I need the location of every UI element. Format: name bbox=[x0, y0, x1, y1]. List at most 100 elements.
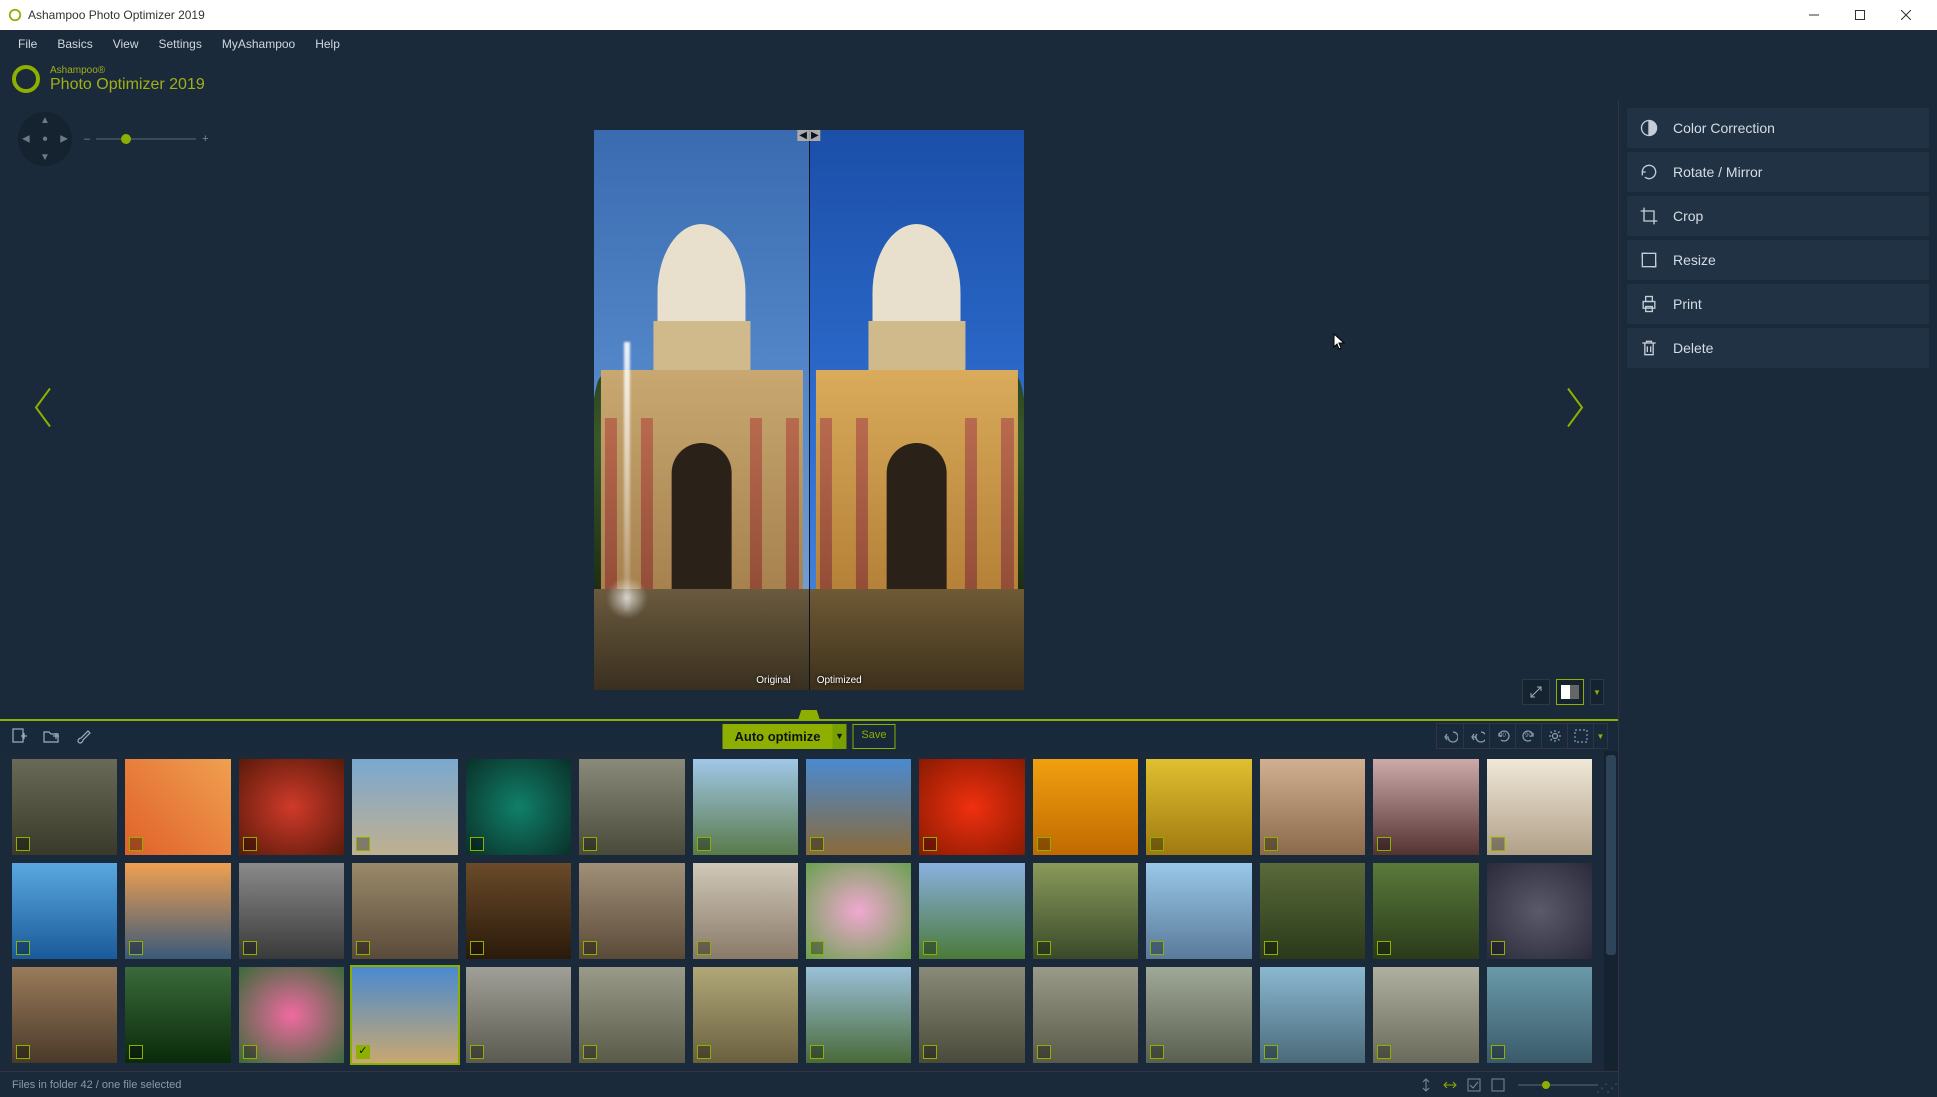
tool-crop[interactable]: Crop bbox=[1627, 196, 1929, 236]
zoom-slider[interactable]: – + bbox=[84, 133, 209, 145]
thumbnail[interactable] bbox=[693, 967, 798, 1063]
thumbnail-checkbox[interactable] bbox=[697, 837, 711, 851]
prev-image-button[interactable] bbox=[30, 384, 56, 435]
thumbnail-checkbox[interactable] bbox=[1377, 1045, 1391, 1059]
thumbnail[interactable] bbox=[579, 863, 684, 959]
tool-rotate-mirror[interactable]: Rotate / Mirror bbox=[1627, 152, 1929, 192]
thumbnail-checkbox[interactable] bbox=[470, 941, 484, 955]
pan-down-icon[interactable]: ▼ bbox=[40, 152, 50, 163]
thumbnail-checkbox[interactable] bbox=[129, 1045, 143, 1059]
zoom-track[interactable] bbox=[96, 138, 196, 140]
menu-view[interactable]: View bbox=[105, 33, 147, 55]
thumbnail-scrollbar[interactable] bbox=[1604, 751, 1618, 1071]
sort-horizontal-button[interactable] bbox=[1440, 1075, 1460, 1095]
thumbnail-checkbox[interactable] bbox=[697, 941, 711, 955]
thumbnail[interactable] bbox=[1146, 863, 1251, 959]
thumbnail-checkbox[interactable] bbox=[810, 941, 824, 955]
thumbnail-checkbox[interactable] bbox=[1037, 941, 1051, 955]
thumbnail[interactable] bbox=[579, 967, 684, 1063]
tool-color-correction[interactable]: Color Correction bbox=[1627, 108, 1929, 148]
thumbnail-checkbox[interactable] bbox=[470, 837, 484, 851]
thumbnail[interactable] bbox=[466, 759, 571, 855]
auto-optimize-dropdown[interactable]: ▼ bbox=[832, 724, 846, 749]
thumbnail[interactable] bbox=[1260, 863, 1365, 959]
thumbnail[interactable] bbox=[466, 967, 571, 1063]
sort-vertical-button[interactable] bbox=[1416, 1075, 1436, 1095]
thumbnail[interactable] bbox=[579, 759, 684, 855]
deselect-all-button[interactable] bbox=[1488, 1075, 1508, 1095]
thumbnail-checkbox[interactable] bbox=[1150, 1045, 1164, 1059]
selection-button[interactable] bbox=[1567, 724, 1593, 748]
menu-myashampoo[interactable]: MyAshampoo bbox=[214, 33, 303, 55]
save-button[interactable]: Save bbox=[852, 724, 895, 749]
thumbnail-checkbox[interactable] bbox=[583, 1045, 597, 1059]
thumbnail-checkbox[interactable] bbox=[583, 941, 597, 955]
thumbnail-checkbox[interactable] bbox=[1377, 941, 1391, 955]
menu-file[interactable]: File bbox=[10, 33, 45, 55]
fullscreen-toggle-button[interactable] bbox=[1522, 679, 1550, 705]
thumbnail[interactable] bbox=[352, 759, 457, 855]
thumbnail-checkbox[interactable] bbox=[810, 837, 824, 851]
thumbnail[interactable] bbox=[125, 863, 230, 959]
thumbnail-checkbox[interactable] bbox=[1491, 837, 1505, 851]
settings-button[interactable] bbox=[1541, 724, 1567, 748]
thumbnail[interactable] bbox=[919, 967, 1024, 1063]
thumbnail-checkbox[interactable] bbox=[1150, 837, 1164, 851]
add-file-button[interactable] bbox=[10, 727, 28, 745]
menu-settings[interactable]: Settings bbox=[150, 33, 209, 55]
select-all-button[interactable] bbox=[1464, 1075, 1484, 1095]
thumbnail-size-slider[interactable] bbox=[1518, 1084, 1598, 1086]
compare-mode-dropdown[interactable]: ▼ bbox=[1590, 679, 1604, 705]
rotate-left-button[interactable]: 90 bbox=[1489, 724, 1515, 748]
thumbnail[interactable] bbox=[239, 863, 344, 959]
next-image-button[interactable] bbox=[1562, 384, 1588, 435]
thumbnail-checkbox[interactable] bbox=[1264, 1045, 1278, 1059]
thumbnail-checkbox[interactable] bbox=[810, 1045, 824, 1059]
thumbnail-checkbox[interactable] bbox=[583, 837, 597, 851]
compare-split-handle[interactable]: ◀▶ bbox=[797, 130, 820, 141]
brush-button[interactable] bbox=[74, 727, 92, 745]
pan-left-icon[interactable]: ◀ bbox=[22, 134, 30, 145]
thumbnail[interactable] bbox=[1487, 967, 1592, 1063]
thumbnail[interactable] bbox=[1033, 759, 1138, 855]
thumbnail-checkbox[interactable] bbox=[243, 837, 257, 851]
thumbnail-checkbox[interactable] bbox=[16, 837, 30, 851]
thumbnail-checkbox[interactable] bbox=[470, 1045, 484, 1059]
thumbnail[interactable] bbox=[1033, 863, 1138, 959]
thumbnail-checkbox[interactable] bbox=[923, 837, 937, 851]
thumbnail-checkbox[interactable] bbox=[1264, 941, 1278, 955]
thumbnail-checkbox[interactable] bbox=[16, 1045, 30, 1059]
thumbnail[interactable] bbox=[1146, 967, 1251, 1063]
thumbnail[interactable] bbox=[352, 967, 457, 1063]
pan-right-icon[interactable]: ▶ bbox=[60, 134, 68, 145]
thumbnail-checkbox[interactable] bbox=[1037, 837, 1051, 851]
tool-delete[interactable]: Delete bbox=[1627, 328, 1929, 368]
undo-button[interactable] bbox=[1437, 724, 1463, 748]
thumbnail[interactable] bbox=[1146, 759, 1251, 855]
thumbnail-checkbox[interactable] bbox=[129, 837, 143, 851]
tool-resize[interactable]: Resize bbox=[1627, 240, 1929, 280]
thumbnail-checkbox[interactable] bbox=[1264, 837, 1278, 851]
thumbnail-checkbox[interactable] bbox=[923, 941, 937, 955]
thumbnail[interactable] bbox=[1260, 759, 1365, 855]
thumbnail[interactable] bbox=[125, 759, 230, 855]
pan-pad[interactable]: ▲ ▼ ◀ ▶ ● bbox=[18, 112, 72, 166]
thumbnail[interactable] bbox=[1487, 863, 1592, 959]
resize-grip-icon[interactable]: ⋰⋰ bbox=[1596, 1081, 1616, 1095]
thumbnail[interactable] bbox=[352, 863, 457, 959]
thumbnail-checkbox[interactable] bbox=[923, 1045, 937, 1059]
thumbnail[interactable] bbox=[466, 863, 571, 959]
window-minimize-button[interactable] bbox=[1791, 0, 1837, 30]
thumbnail[interactable] bbox=[806, 759, 911, 855]
thumbnail[interactable] bbox=[806, 967, 911, 1063]
thumbnail[interactable] bbox=[12, 863, 117, 959]
window-maximize-button[interactable] bbox=[1837, 0, 1883, 30]
thumbnail[interactable] bbox=[1487, 759, 1592, 855]
panel-grip-icon[interactable] bbox=[798, 710, 820, 720]
compare-split-line[interactable] bbox=[809, 130, 810, 690]
rotate-right-button[interactable]: 90 bbox=[1515, 724, 1541, 748]
menu-help[interactable]: Help bbox=[307, 33, 348, 55]
thumbnail-checkbox[interactable] bbox=[1491, 1045, 1505, 1059]
thumbnail-checkbox[interactable] bbox=[356, 941, 370, 955]
zoom-minus[interactable]: – bbox=[84, 133, 90, 145]
